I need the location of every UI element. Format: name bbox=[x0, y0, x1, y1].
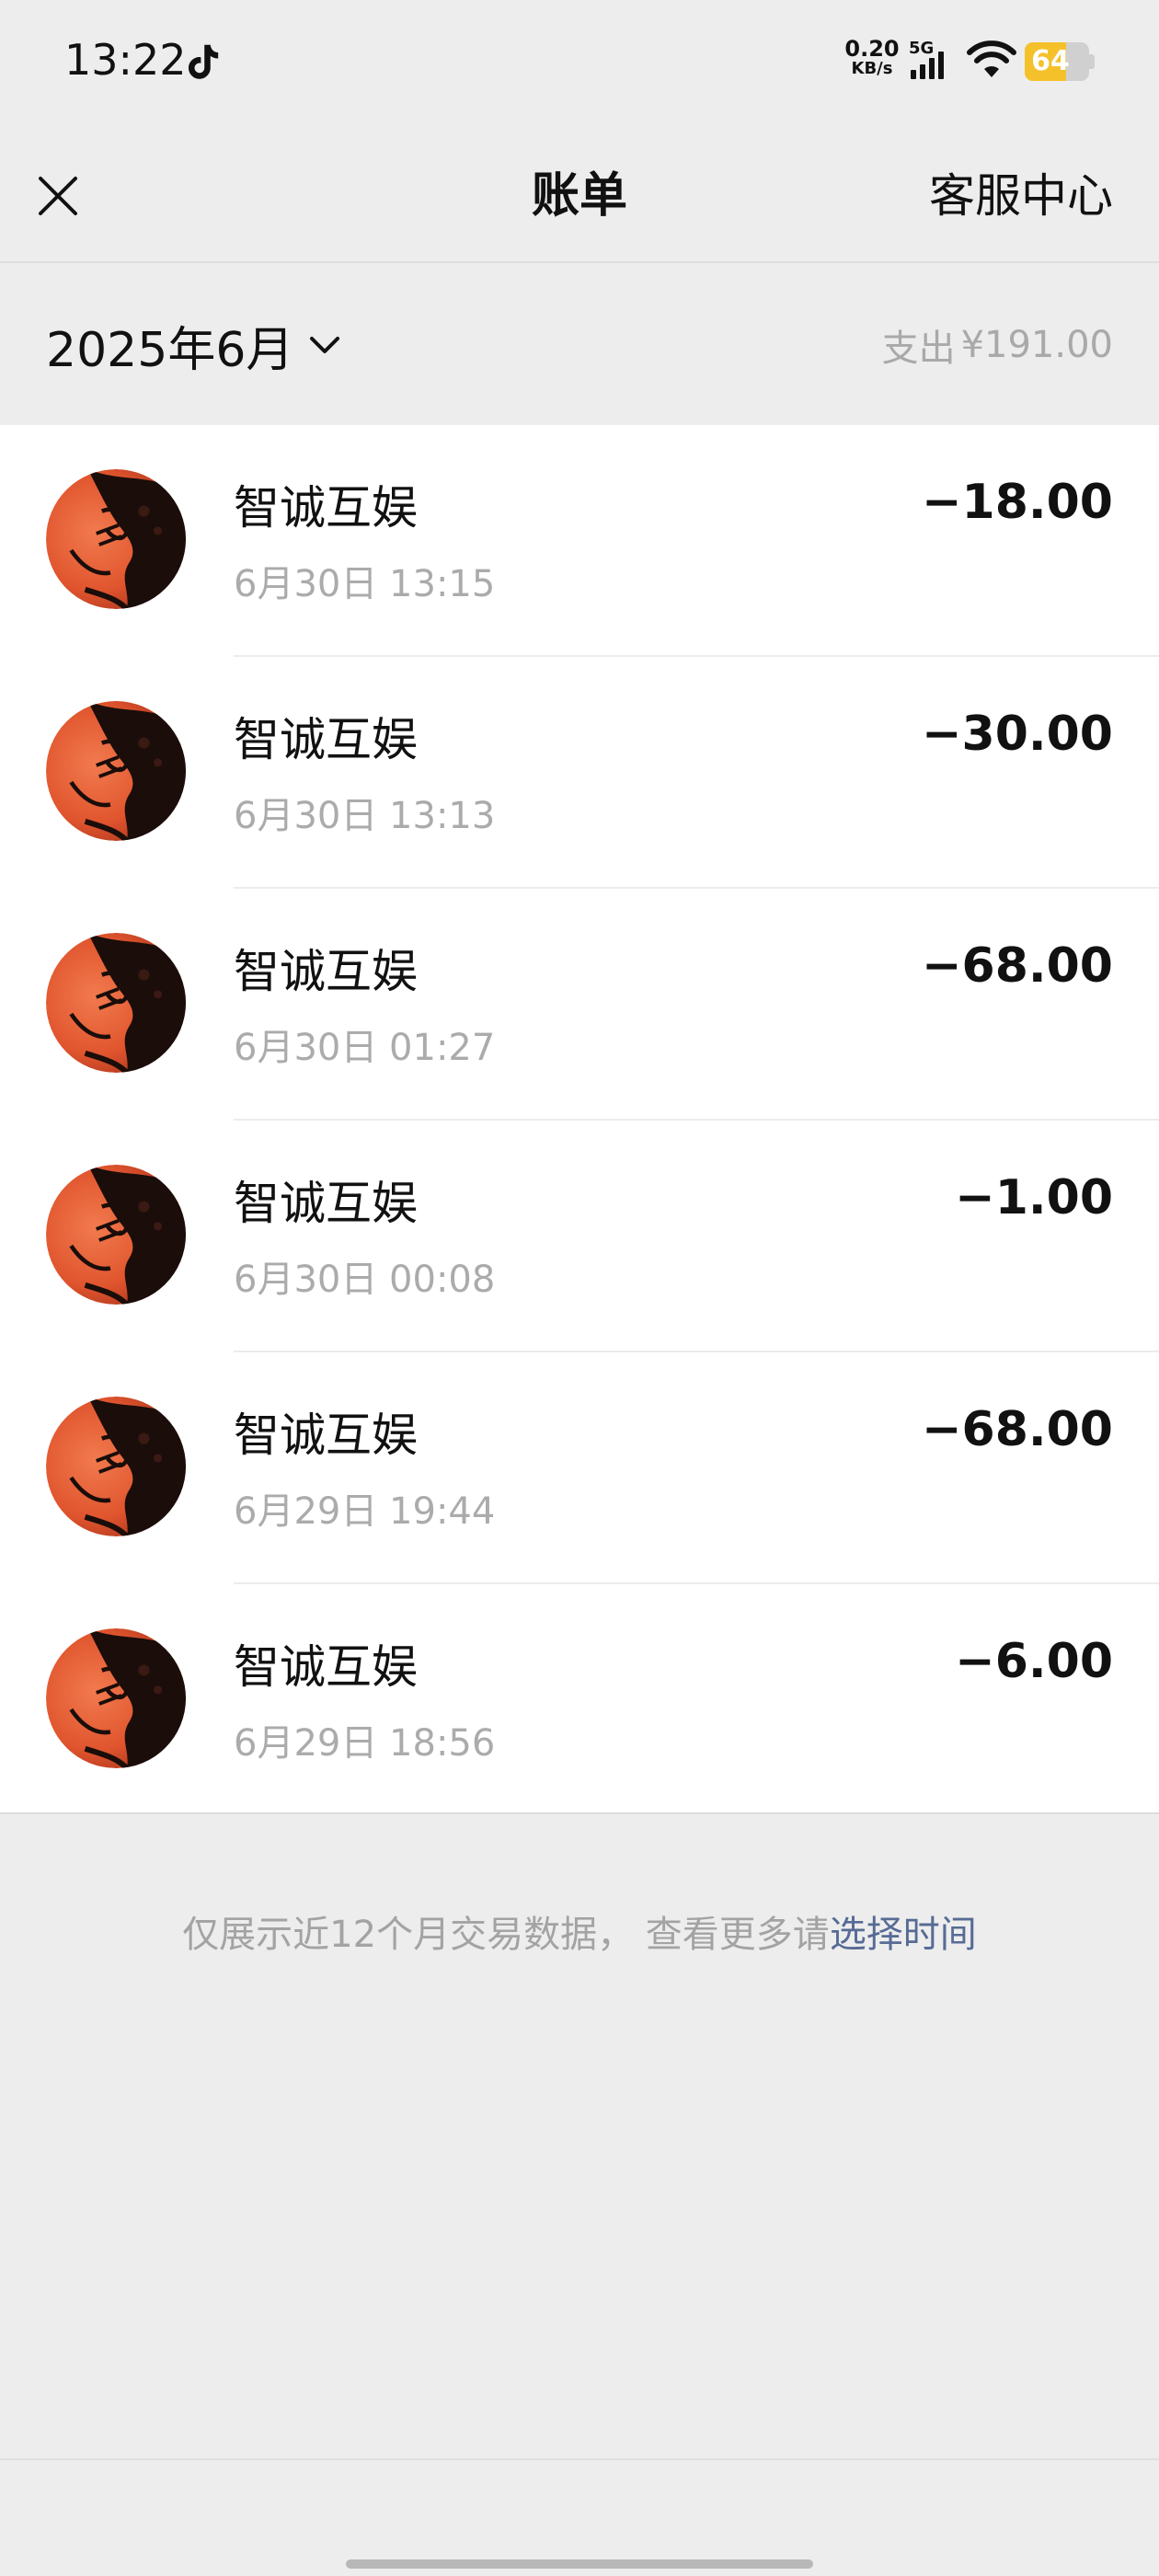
month-header: 2025年6月 支出 ¥191.00 bbox=[0, 265, 1159, 425]
chevron-down-icon bbox=[310, 337, 340, 353]
merchant-avatar bbox=[46, 1628, 186, 1768]
network-speed-unit: KB/s bbox=[851, 59, 893, 78]
expense-label: 支出 bbox=[881, 328, 956, 370]
merchant-avatar-art bbox=[46, 1397, 186, 1536]
transaction-amount: −1.00 bbox=[955, 1170, 1113, 1225]
transaction-time: 6月30日 00:08 bbox=[234, 1259, 496, 1301]
merchant-avatar bbox=[46, 469, 186, 609]
transaction-amount: −18.00 bbox=[921, 475, 1113, 530]
merchant-avatar-art bbox=[46, 1628, 186, 1768]
transaction-row[interactable]: 智诚互娱 6月30日 13:15 −18.00 bbox=[0, 425, 1159, 657]
month-label: 2025年6月 bbox=[46, 322, 294, 378]
status-bar: 13:22 0.20 KB/s 5G 64 bbox=[0, 0, 1159, 129]
transaction-time: 6月29日 18:56 bbox=[234, 1722, 496, 1765]
bottom-divider bbox=[0, 2458, 1159, 2460]
network-speed-value: 0.20 bbox=[844, 36, 900, 62]
merchant-name: 智诚互娱 bbox=[234, 1177, 418, 1230]
nav-bar: 账单 客服中心 bbox=[0, 129, 1159, 263]
merchant-name: 智诚互娱 bbox=[234, 713, 418, 766]
transaction-row[interactable]: 智诚互娱 6月29日 18:56 −6.00 bbox=[0, 1584, 1159, 1816]
transaction-row[interactable]: 智诚互娱 6月30日 01:27 −68.00 bbox=[0, 889, 1159, 1121]
bill-screen: 13:22 0.20 KB/s 5G 64 账单 客服中心 2025年6月 支出… bbox=[0, 0, 1159, 2576]
merchant-avatar-art bbox=[46, 933, 186, 1073]
tiktok-icon bbox=[188, 44, 219, 79]
merchant-avatar-art bbox=[46, 701, 186, 841]
close-button[interactable] bbox=[28, 166, 88, 226]
merchant-avatar bbox=[46, 1397, 186, 1536]
merchant-avatar bbox=[46, 1165, 186, 1305]
transaction-amount: −6.00 bbox=[955, 1634, 1113, 1689]
transaction-time: 6月30日 01:27 bbox=[234, 1027, 496, 1069]
transaction-time: 6月30日 13:15 bbox=[234, 563, 496, 605]
select-time-link[interactable]: 选择时间 bbox=[830, 1914, 977, 1956]
merchant-name: 智诚互娱 bbox=[234, 1640, 418, 1694]
month-selector[interactable]: 2025年6月 bbox=[46, 265, 345, 425]
transaction-time: 6月30日 13:13 bbox=[234, 795, 496, 837]
merchant-name: 智诚互娱 bbox=[234, 481, 418, 535]
network-speed: 0.20 KB/s bbox=[843, 36, 901, 79]
merchant-avatar-art bbox=[46, 469, 186, 609]
home-indicator[interactable] bbox=[346, 2559, 813, 2569]
battery-icon: 64 bbox=[1025, 42, 1095, 81]
transaction-row[interactable]: 智诚互娱 6月30日 00:08 −1.00 bbox=[0, 1121, 1159, 1352]
merchant-avatar bbox=[46, 933, 186, 1073]
transaction-list: 智诚互娱 6月30日 13:15 −18.00 智诚互娱 6月30日 13:13… bbox=[0, 425, 1159, 1814]
history-note-text: 仅展示近12个月交易数据， 查看更多请 bbox=[182, 1914, 830, 1956]
merchant-name: 智诚互娱 bbox=[234, 945, 418, 998]
customer-service-button[interactable]: 客服中心 bbox=[929, 129, 1113, 263]
status-time: 13:22 bbox=[64, 35, 187, 85]
merchant-avatar-art bbox=[46, 1165, 186, 1305]
signal-icon bbox=[911, 52, 944, 79]
close-icon bbox=[39, 177, 77, 215]
expense-summary: 支出 ¥191.00 bbox=[882, 265, 1113, 425]
transaction-row[interactable]: 智诚互娱 6月29日 19:44 −68.00 bbox=[0, 1352, 1159, 1584]
transaction-amount: −68.00 bbox=[921, 1402, 1113, 1457]
merchant-name: 智诚互娱 bbox=[234, 1409, 418, 1462]
history-range-note: 仅展示近12个月交易数据， 查看更多请选择时间 bbox=[0, 1904, 1159, 1958]
transaction-time: 6月29日 19:44 bbox=[234, 1490, 496, 1533]
wifi-icon bbox=[967, 40, 1016, 77]
transaction-row[interactable]: 智诚互娱 6月30日 13:13 −30.00 bbox=[0, 657, 1159, 889]
transaction-amount: −30.00 bbox=[921, 707, 1113, 762]
merchant-avatar bbox=[46, 701, 186, 841]
transaction-amount: −68.00 bbox=[921, 938, 1113, 994]
expense-amount: ¥191.00 bbox=[960, 324, 1113, 366]
battery-level: 64 bbox=[1031, 45, 1070, 77]
